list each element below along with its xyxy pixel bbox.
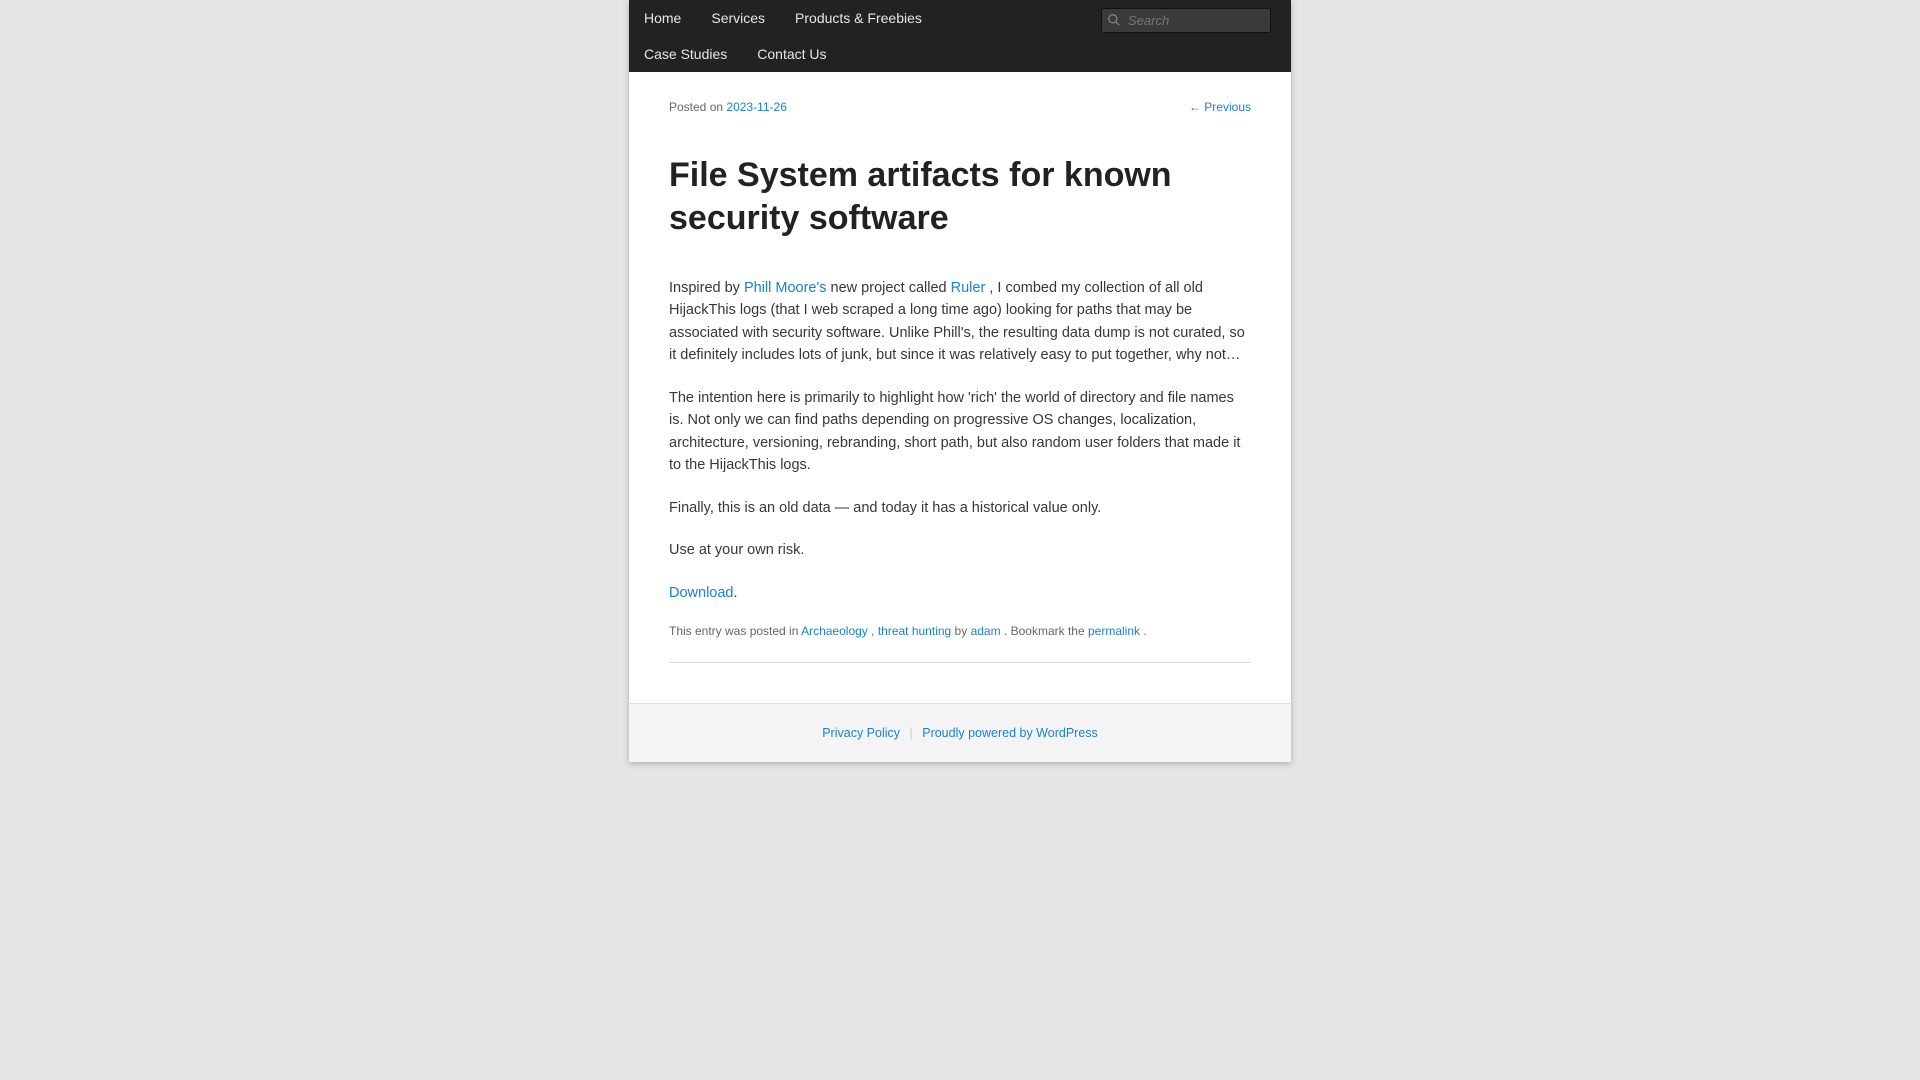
p1-text-a: Inspired by bbox=[669, 280, 744, 296]
ef-sep1: , bbox=[871, 624, 878, 638]
nav-contact-us[interactable]: Contact Us bbox=[742, 36, 841, 72]
nav-row-1: Home Services Products & Freebies bbox=[629, 0, 1291, 36]
ruler-link[interactable]: Ruler bbox=[951, 280, 986, 296]
posted-on-label: Posted on bbox=[669, 100, 723, 114]
paragraph-download: Download. bbox=[669, 582, 1251, 604]
search-wrap bbox=[1101, 8, 1271, 33]
nav-products-freebies[interactable]: Products & Freebies bbox=[780, 0, 937, 36]
nav-services[interactable]: Services bbox=[696, 0, 780, 36]
ef-text-b: by bbox=[955, 624, 971, 638]
footer-separator: | bbox=[910, 726, 913, 740]
phill-moore-link[interactable]: Phill Moore's bbox=[744, 280, 827, 296]
nav-row-2: Case Studies Contact Us bbox=[629, 36, 1291, 72]
p1-text-b: new project called bbox=[831, 280, 951, 296]
post-content: Posted on 2023-11-26 ← Previous File Sys… bbox=[629, 72, 1291, 703]
post-title: File System artifacts for known security… bbox=[669, 154, 1251, 239]
nav-case-studies[interactable]: Case Studies bbox=[629, 36, 742, 72]
powered-by-wordpress-link[interactable]: Proudly powered by WordPress bbox=[922, 726, 1098, 740]
search-icon bbox=[1107, 13, 1121, 27]
paragraph-3: Finally, this is an old data — and today… bbox=[669, 497, 1251, 519]
prev-post-link[interactable]: ← Previous bbox=[1189, 100, 1251, 114]
category-threat-hunting-link[interactable]: threat hunting bbox=[878, 624, 951, 638]
ef-text-d: . bbox=[1143, 624, 1146, 638]
permalink-link[interactable]: permalink bbox=[1088, 624, 1140, 638]
category-archaeology-link[interactable]: Archaeology bbox=[801, 624, 868, 638]
download-link[interactable]: Download bbox=[669, 585, 734, 601]
author-link[interactable]: adam bbox=[971, 624, 1001, 638]
download-tail: . bbox=[734, 585, 738, 601]
paragraph-4: Use at your own risk. bbox=[669, 539, 1251, 561]
site-footer: Privacy Policy | Proudly powered by Word… bbox=[629, 703, 1291, 762]
posted-on: Posted on 2023-11-26 bbox=[669, 100, 787, 114]
paragraph-1: Inspired by Phill Moore's new project ca… bbox=[669, 277, 1251, 367]
nav-home[interactable]: Home bbox=[629, 0, 696, 36]
privacy-policy-link[interactable]: Privacy Policy bbox=[822, 726, 900, 740]
post-date-link[interactable]: 2023-11-26 bbox=[726, 100, 787, 114]
ef-text-a: This entry was posted in bbox=[669, 624, 801, 638]
main-nav: Home Services Products & Freebies Case S… bbox=[629, 0, 1291, 72]
search-input[interactable] bbox=[1101, 8, 1271, 33]
post-meta: Posted on 2023-11-26 ← Previous bbox=[669, 100, 1251, 114]
entry-footer: This entry was posted in Archaeology , t… bbox=[669, 624, 1251, 663]
paragraph-2: The intention here is primarily to highl… bbox=[669, 387, 1251, 477]
ef-text-c: . Bookmark the bbox=[1004, 624, 1088, 638]
